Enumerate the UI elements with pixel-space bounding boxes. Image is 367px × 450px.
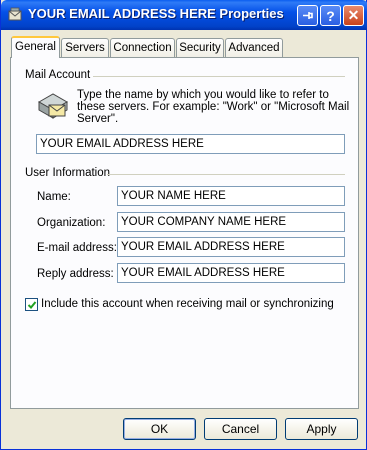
tab-advanced-label: Advanced	[228, 42, 280, 54]
mail-server-icon	[8, 7, 22, 21]
organization-label: Organization:	[37, 217, 106, 229]
help-button[interactable]: ?	[320, 5, 341, 26]
tab-advanced[interactable]: Advanced	[225, 38, 283, 57]
close-button[interactable]: ✕	[343, 5, 364, 26]
apply-button[interactable]: Apply	[285, 418, 358, 440]
title-bar[interactable]: YOUR EMAIL ADDRESS HERE Properties ? ✕	[1, 0, 367, 30]
include-account-checkbox[interactable]	[25, 298, 38, 311]
tab-security[interactable]: Security	[176, 38, 224, 57]
include-account-label[interactable]: Include this account when receiving mail…	[41, 298, 334, 310]
window-title: YOUR EMAIL ADDRESS HERE Properties	[28, 6, 284, 21]
email-address-label: E-mail address:	[37, 242, 117, 254]
name-label: Name:	[37, 191, 71, 203]
tab-connection-label: Connection	[113, 42, 172, 54]
tab-general-label: General	[15, 41, 56, 53]
help-icon: ?	[326, 7, 335, 24]
tab-servers[interactable]: Servers	[61, 38, 109, 57]
name-input[interactable]: YOUR NAME HERE	[117, 186, 345, 206]
pin-button[interactable]	[297, 5, 318, 26]
user-information-group-label: User Information	[25, 167, 111, 179]
cancel-button-label: Cancel	[221, 422, 260, 436]
reply-address-input[interactable]: YOUR EMAIL ADDRESS HERE	[117, 263, 345, 283]
tab-connection[interactable]: Connection	[110, 38, 175, 57]
tab-general[interactable]: General	[11, 36, 60, 58]
ok-button-label: OK	[150, 422, 169, 436]
reply-address-label: Reply address:	[37, 268, 114, 280]
account-name-input[interactable]: YOUR EMAIL ADDRESS HERE	[36, 134, 345, 154]
tab-security-label: Security	[179, 42, 221, 54]
cancel-button[interactable]: Cancel	[204, 418, 277, 440]
apply-button-label: Apply	[306, 422, 337, 436]
properties-dialog: YOUR EMAIL ADDRESS HERE Properties ? ✕ G…	[0, 0, 367, 450]
mail-account-group-label: Mail Account	[25, 69, 91, 81]
mail-account-divider	[93, 76, 345, 77]
tab-servers-label: Servers	[65, 42, 105, 54]
organization-input[interactable]: YOUR COMPANY NAME HERE	[117, 212, 345, 232]
close-icon: ✕	[347, 7, 360, 23]
ok-button[interactable]: OK	[123, 418, 196, 440]
checkmark-icon	[27, 301, 37, 309]
pin-icon	[303, 12, 313, 19]
server-icon	[37, 93, 69, 119]
user-information-divider	[107, 174, 345, 175]
email-address-input[interactable]: YOUR EMAIL ADDRESS HERE	[117, 237, 345, 257]
mail-account-description: Type the name by which you would like to…	[77, 89, 350, 125]
